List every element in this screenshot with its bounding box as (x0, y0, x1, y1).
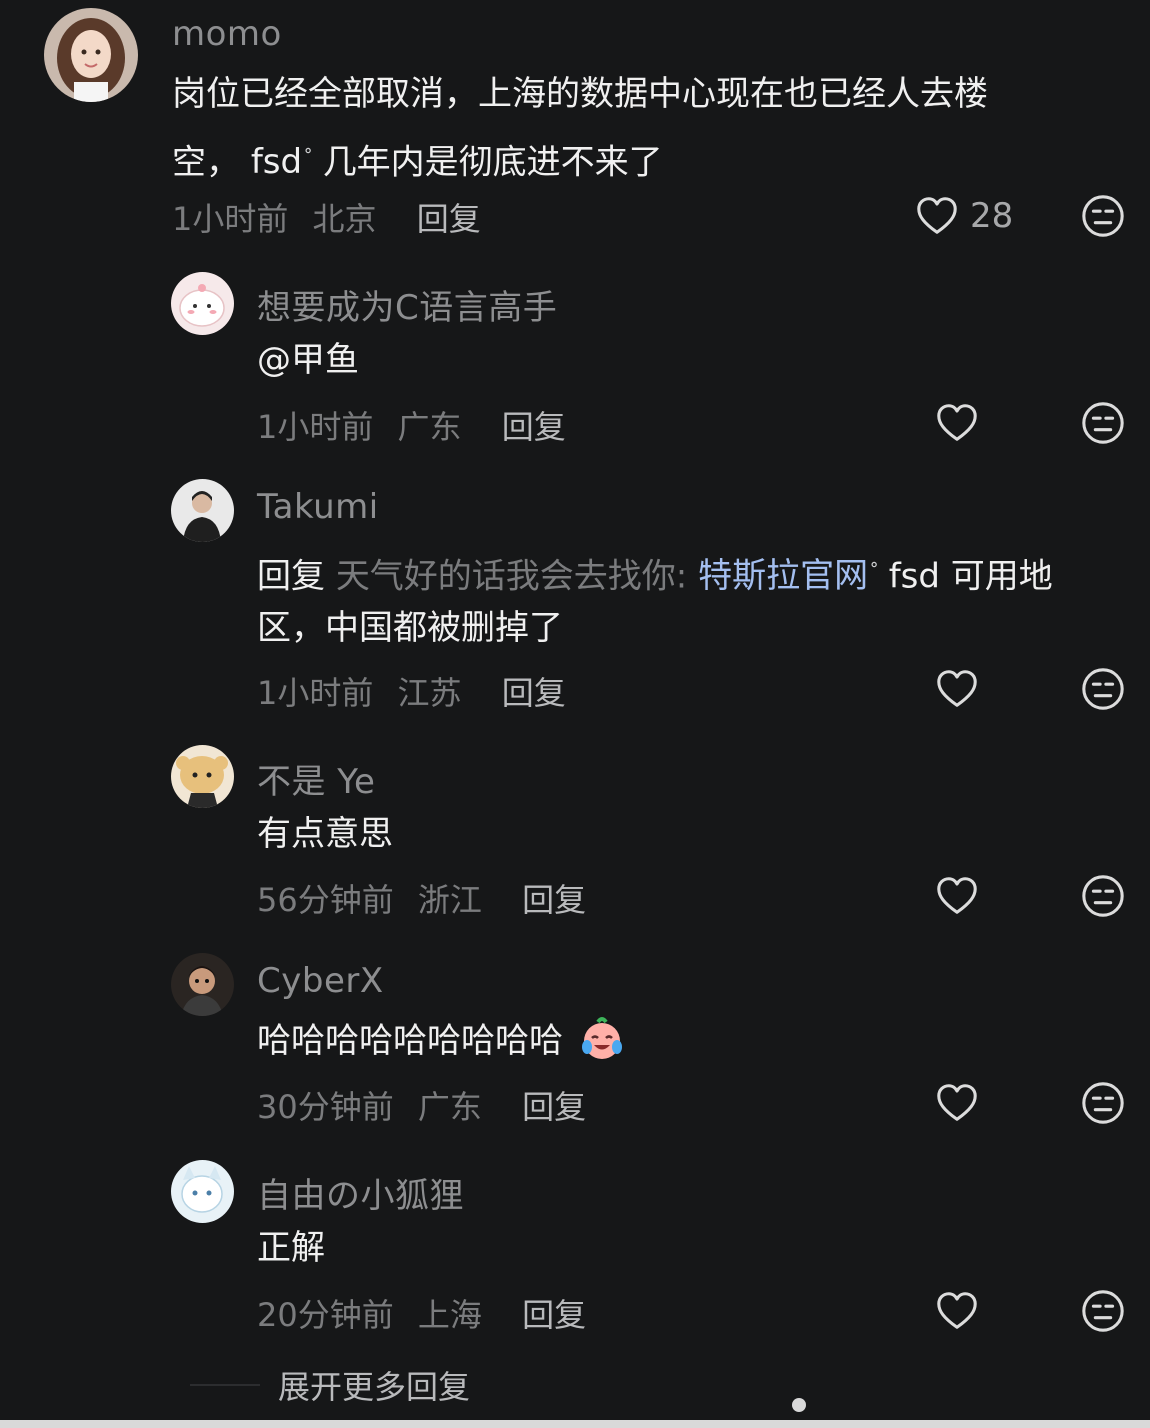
comment-text: 空， fsd ᐤ 几年内是彻底进不来了 (172, 124, 663, 192)
dislike-button[interactable] (1080, 666, 1126, 712)
avatar[interactable] (171, 1160, 234, 1223)
username[interactable]: Takumi (257, 487, 379, 527)
like-count: 28 (970, 196, 1014, 236)
scroll-indicator (792, 1398, 806, 1412)
unamused-face-icon (1082, 402, 1124, 444)
expand-replies-label: 展开更多回复 (278, 1368, 471, 1406)
search-link[interactable]: 特斯拉官网 ᐤ (698, 556, 878, 596)
comment-meta: 56分钟前 浙江 回复 (257, 875, 586, 921)
unamused-face-icon (1082, 1290, 1124, 1332)
comment-text: @甲鱼 (257, 340, 359, 380)
comment-text: 回复 天气好的话我会去找你: 特斯拉官网 ᐤ fsd 可用地 (257, 538, 1053, 606)
comment-meta: 1小时前 北京 回复 (172, 194, 481, 240)
comment-meta: 1小时前 江苏 回复 (257, 668, 566, 714)
timestamp: 1小时前 (257, 408, 374, 446)
unamused-face-icon (1082, 1082, 1124, 1124)
reply-button[interactable]: 回复 (522, 1296, 586, 1334)
laughing-crying-emoji (578, 1014, 626, 1062)
unamused-face-icon (1082, 668, 1124, 710)
comment-text: 有点意思 (257, 814, 393, 854)
like-button[interactable] (934, 1288, 980, 1334)
search-link[interactable]: fsd ᐤ (251, 142, 312, 182)
comment-text-part: 几年内是彻底进不来了 (322, 142, 663, 183)
avatar[interactable] (171, 953, 234, 1016)
avatar[interactable] (171, 745, 234, 808)
comment-meta: 20分钟前 上海 回复 (257, 1290, 586, 1336)
heart-outline-icon (937, 1292, 977, 1329)
comment-text: 岗位已经全部取消，上海的数据中心现在也已经人去楼 (172, 64, 988, 124)
expand-replies-button[interactable]: 展开更多回复 (190, 1362, 470, 1408)
reply-prefix: 回复 (257, 556, 325, 597)
heart-outline-icon (917, 197, 957, 234)
divider (190, 1384, 260, 1386)
comment-text: 区，中国都被删掉了 (257, 608, 563, 648)
like-button[interactable]: 28 (914, 193, 1013, 239)
comment-text-part: fsd 可用地 (888, 556, 1053, 597)
search-icon: ᐤ (304, 142, 312, 166)
comment-text-line: 岗位已经全部取消，上海的数据中心现在也已经人去楼 (172, 74, 988, 114)
bottom-edge (0, 1420, 1150, 1428)
comment-text-part: 哈哈哈哈哈哈哈哈哈 (257, 1021, 563, 1061)
reply-button[interactable]: 回复 (417, 200, 481, 238)
location: 广东 (397, 408, 462, 446)
location: 北京 (312, 200, 377, 238)
reply-button[interactable]: 回复 (522, 1088, 586, 1126)
username[interactable]: momo (172, 14, 282, 54)
username[interactable]: 想要成为C语言高手 (257, 280, 557, 329)
unamused-face-icon (1082, 875, 1124, 917)
timestamp: 56分钟前 (257, 881, 394, 919)
avatar[interactable] (171, 272, 234, 335)
dislike-button[interactable] (1080, 1080, 1126, 1126)
comment-meta: 1小时前 广东 回复 (257, 402, 566, 448)
reply-button[interactable]: 回复 (502, 674, 566, 712)
avatar[interactable] (44, 8, 138, 102)
heart-outline-icon (937, 1084, 977, 1121)
avatar[interactable] (171, 479, 234, 542)
reply-button[interactable]: 回复 (522, 881, 586, 919)
username[interactable]: 自由の小狐狸 (257, 1168, 464, 1217)
timestamp: 1小时前 (172, 200, 289, 238)
username[interactable]: 不是 Ye (257, 754, 375, 803)
reply-button[interactable]: 回复 (502, 408, 566, 446)
dislike-button[interactable] (1080, 193, 1126, 239)
location: 上海 (417, 1296, 482, 1334)
timestamp: 20分钟前 (257, 1296, 394, 1334)
comment-text: 哈哈哈哈哈哈哈哈哈 (257, 1011, 626, 1071)
like-button[interactable] (934, 400, 980, 446)
timestamp: 30分钟前 (257, 1088, 394, 1126)
reply-target-user[interactable]: 天气好的话我会去找你: (336, 556, 687, 596)
dislike-button[interactable] (1080, 400, 1126, 446)
timestamp: 1小时前 (257, 674, 374, 712)
username[interactable]: CyberX (257, 961, 384, 1001)
search-icon: ᐤ (870, 556, 878, 580)
comment-meta: 30分钟前 广东 回复 (257, 1082, 586, 1128)
dislike-button[interactable] (1080, 1288, 1126, 1334)
heart-outline-icon (937, 404, 977, 441)
location: 浙江 (417, 881, 482, 919)
like-button[interactable] (934, 1080, 980, 1126)
heart-outline-icon (937, 877, 977, 914)
heart-outline-icon (937, 670, 977, 707)
dislike-button[interactable] (1080, 873, 1126, 919)
location: 广东 (417, 1088, 482, 1126)
comment-text: 正解 (257, 1228, 325, 1268)
like-button[interactable] (934, 873, 980, 919)
location: 江苏 (397, 674, 462, 712)
unamused-face-icon (1082, 195, 1124, 237)
like-button[interactable] (934, 666, 980, 712)
comment-text-part: 空， (172, 142, 240, 183)
